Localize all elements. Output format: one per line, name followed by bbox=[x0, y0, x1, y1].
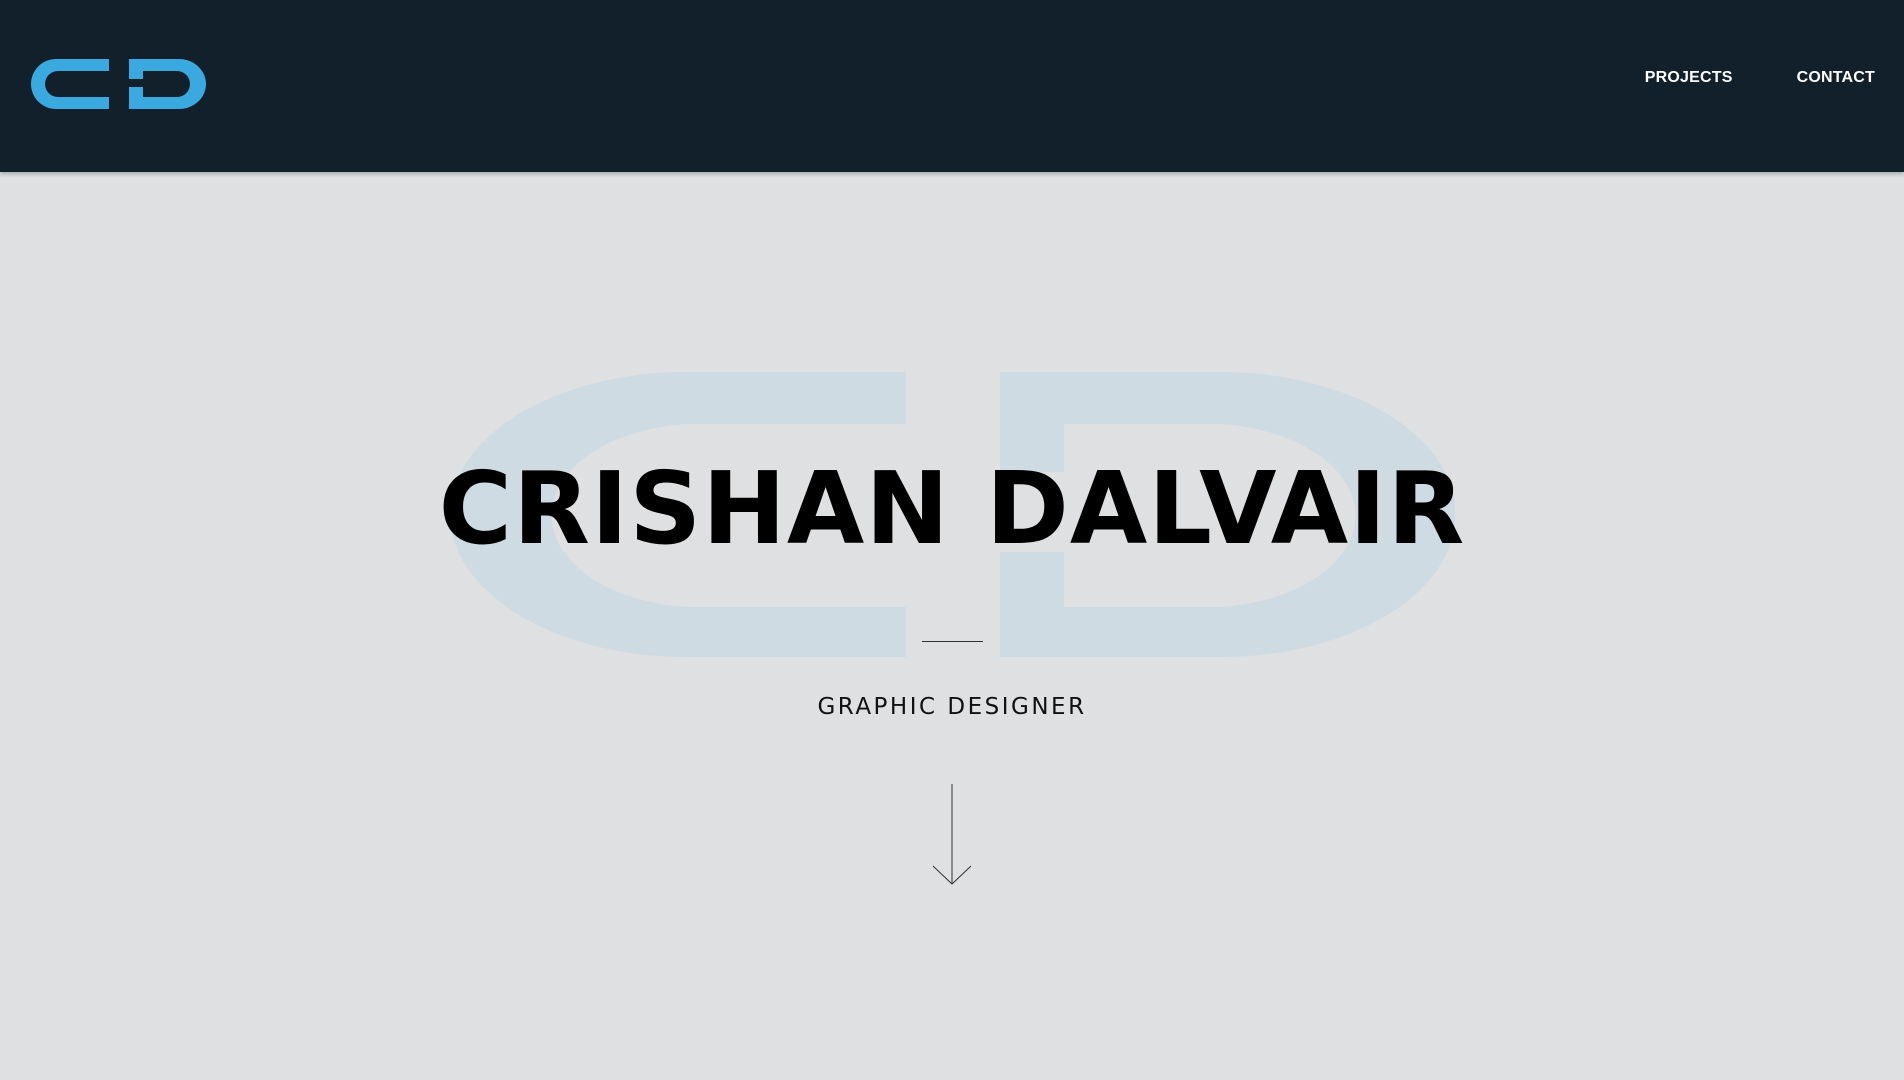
arrow-down-icon[interactable] bbox=[930, 784, 974, 886]
cd-logo-icon bbox=[31, 59, 206, 109]
hero-title: CRISHAN DALVAIR bbox=[438, 450, 1466, 567]
hero-subtitle: GRAPHIC DESIGNER bbox=[817, 694, 1087, 720]
nav-projects-link[interactable]: PROJECTS bbox=[1645, 69, 1733, 87]
title-divider bbox=[922, 641, 983, 642]
nav-contact-link[interactable]: CONTACT bbox=[1797, 69, 1875, 87]
main-nav: PROJECTS CONTACT bbox=[1645, 69, 1875, 87]
site-header: PROJECTS CONTACT bbox=[0, 0, 1904, 172]
logo-link[interactable] bbox=[29, 57, 211, 111]
